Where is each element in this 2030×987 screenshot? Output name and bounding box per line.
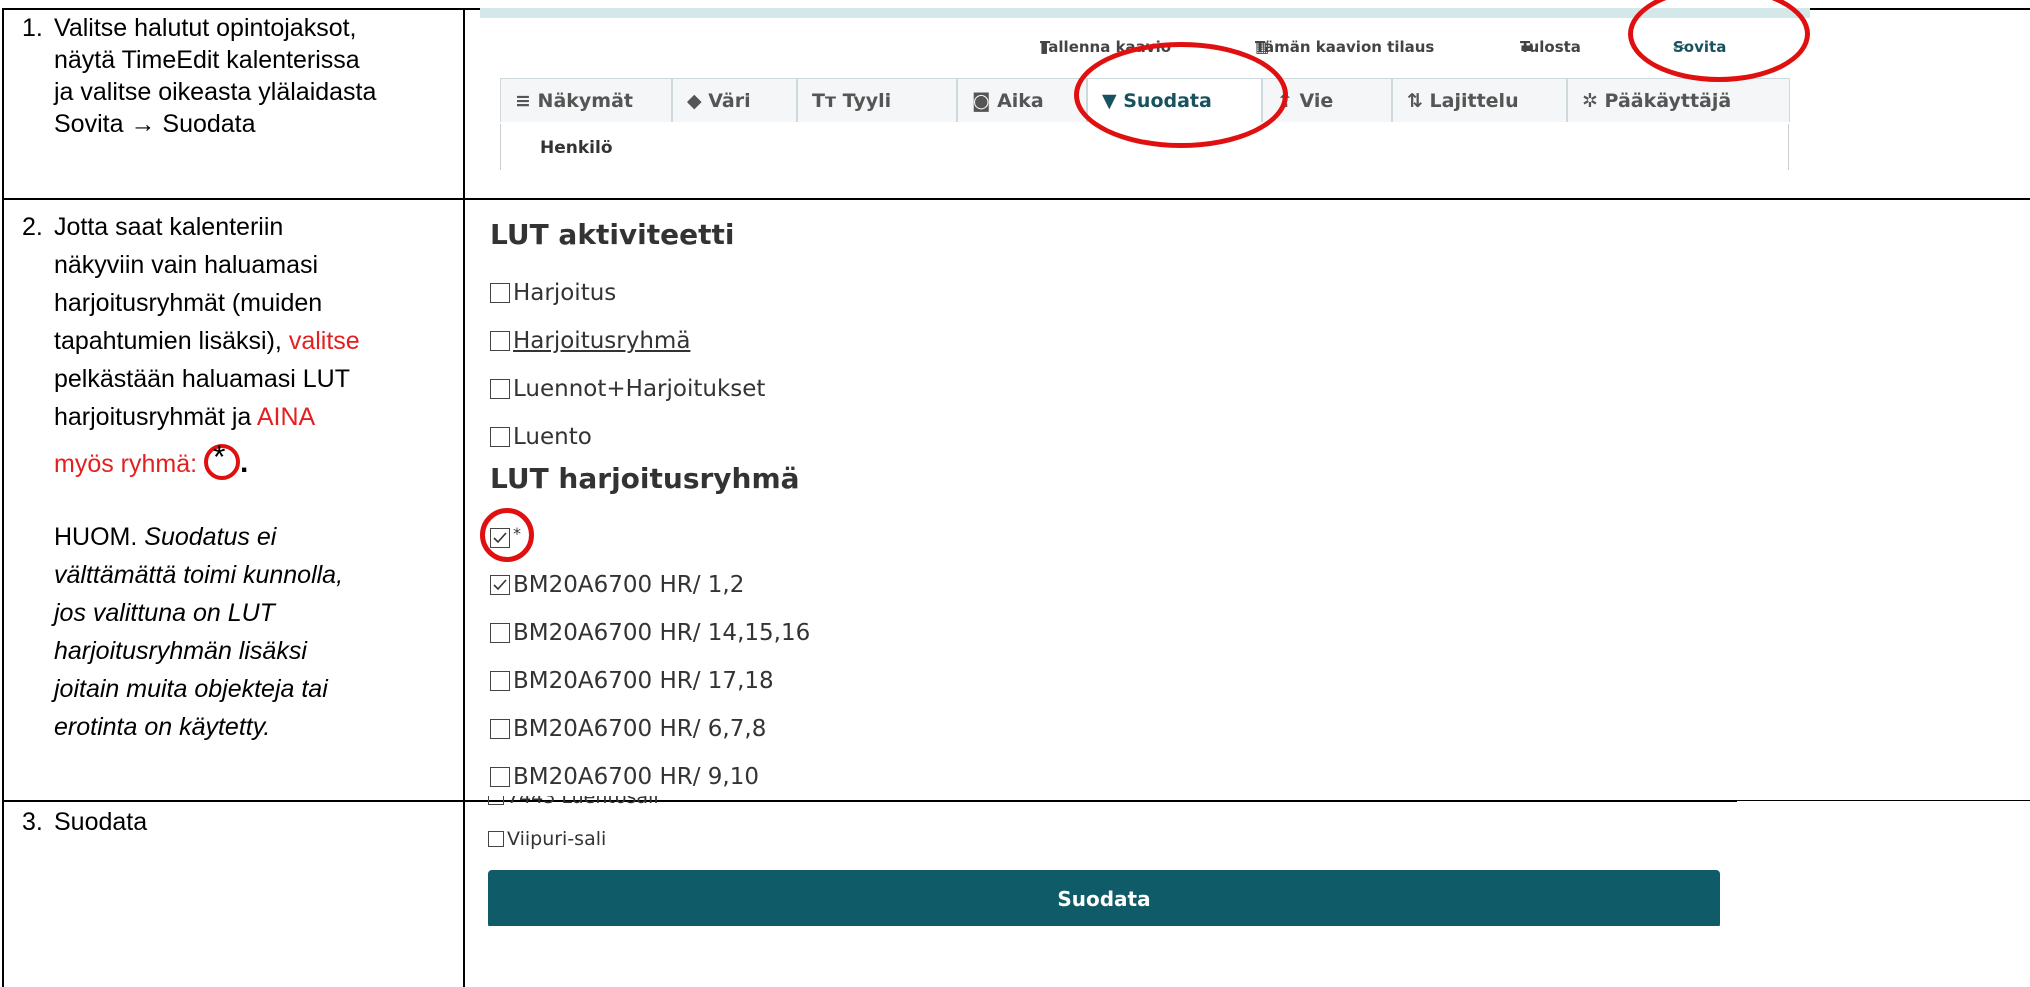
filter-screenshot: LUT aktiviteetti Harjoitus Harjoitusryhm… (480, 210, 1880, 802)
checkbox[interactable] (488, 796, 504, 805)
panel-border-right (1788, 124, 1789, 170)
filter-option-luento[interactable]: Luento (490, 424, 592, 450)
step-3-text: 3. Suodata (22, 808, 148, 836)
paint-bucket-icon: ◆ (687, 90, 702, 112)
step-1-text: 1. Valitse halutut opintojaksot, näytä Ti… (22, 14, 377, 138)
step-2-text: 2. Jotta saat kalenteriin näkyviin vain h… (22, 213, 360, 741)
checkbox[interactable] (488, 831, 504, 847)
checkbox-checked[interactable] (490, 575, 510, 595)
filter-option-harjoitusryhma[interactable]: Harjoitusryhmä (490, 328, 690, 354)
filter-option-hr-14-15-16[interactable]: BM20A6700 HR/ 14,15,16 (490, 620, 810, 646)
toolbar-top-strip (480, 8, 1810, 18)
column-divider (463, 8, 465, 987)
checkbox[interactable] (490, 283, 510, 303)
sort-icon: ⇅ (1407, 90, 1423, 112)
tab-vari[interactable]: ◆ Väri (672, 78, 797, 122)
panel-border-left (500, 124, 501, 170)
checkbox[interactable] (490, 379, 510, 399)
checkbox[interactable] (490, 719, 510, 739)
section-label: Henkilö (540, 138, 613, 158)
filter-option-hr-6-7-8[interactable]: BM20A6700 HR/ 6,7,8 (490, 716, 766, 742)
checkbox[interactable] (490, 767, 510, 787)
suodata-highlight-circle (1074, 42, 1288, 148)
filter-button[interactable]: Suodata (488, 870, 1720, 926)
checkbox[interactable] (490, 427, 510, 447)
shot3-top-border (1730, 800, 2030, 801)
filter-option-luennot-harjoitukset[interactable]: Luennot+Harjoitukset (490, 376, 765, 402)
checkbox[interactable] (490, 623, 510, 643)
list-icon: ≡ (515, 90, 531, 112)
tab-paakayttaja[interactable]: ✲ Pääkäyttäjä (1567, 78, 1790, 122)
filter-option-hr-9-10[interactable]: BM20A6700 HR/ 9,10 (490, 764, 759, 790)
group-heading: LUT harjoitusryhmä (490, 462, 800, 495)
star-checkbox-highlight-circle (480, 508, 534, 562)
tab-aika[interactable]: ◙ Aika (957, 78, 1087, 122)
filter-option-hr-1-2[interactable]: BM20A6700 HR/ 1,2 (490, 572, 744, 598)
row-divider-1 (2, 198, 2030, 200)
filter-option-hr-17-18[interactable]: BM20A6700 HR/ 17,18 (490, 668, 774, 694)
partial-option[interactable]: 7443 Luentosali (488, 796, 659, 808)
checkbox[interactable] (490, 331, 510, 351)
tab-nakymat[interactable]: ≡ Näkymät (500, 78, 672, 122)
font-icon: Tт (812, 90, 836, 112)
table-left-border (2, 8, 4, 987)
tab-tyyli[interactable]: Tт Tyyli (797, 78, 957, 122)
clock-icon: ◙ (972, 90, 991, 112)
star-marker: * (204, 439, 241, 480)
activity-heading: LUT aktiviteetti (490, 218, 735, 251)
gear-icon: ✲ (1582, 90, 1598, 112)
filter-option-harjoitus[interactable]: Harjoitus (490, 280, 616, 306)
checkbox[interactable] (490, 671, 510, 691)
tab-lajittelu[interactable]: ⇅ Lajittelu (1392, 78, 1567, 122)
filter-button-screenshot: 7443 Luentosali Viipuri-sali Suodata (480, 796, 1730, 926)
filter-option-viipuri-sali[interactable]: Viipuri-sali (488, 828, 606, 850)
